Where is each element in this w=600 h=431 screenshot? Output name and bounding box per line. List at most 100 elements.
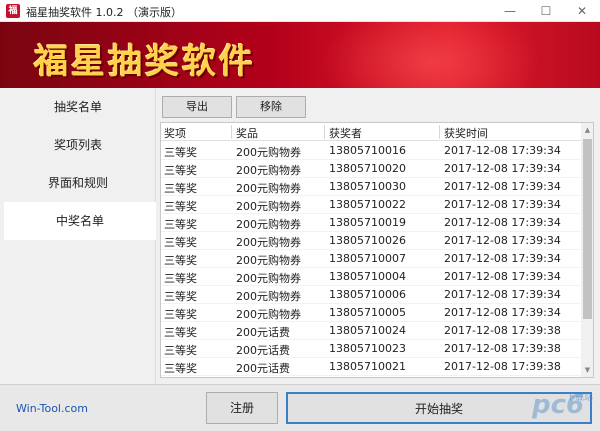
cell-prize-level: 三等奖 bbox=[164, 182, 197, 195]
cell-prize: 200元购物券 bbox=[236, 182, 301, 195]
cell-winner: 13805710020 bbox=[329, 162, 406, 175]
cell-winner: 13805710023 bbox=[329, 342, 406, 355]
table-row[interactable]: 三等奖 200元购物券 13805710005 2017-12-08 17:39:34 bbox=[161, 304, 581, 322]
register-button[interactable]: 注册 bbox=[206, 392, 278, 424]
banner-glow bbox=[320, 22, 540, 88]
column-header-prize-level[interactable]: 奖项 bbox=[164, 125, 186, 141]
cell-winner: 13805710005 bbox=[329, 306, 406, 319]
table-row[interactable]: 三等奖 200元购物券 13805710026 2017-12-08 17:39:34 bbox=[161, 232, 581, 250]
cell-prize: 200元购物券 bbox=[236, 218, 301, 231]
table-row[interactable]: 三等奖 200元购物券 13805710016 2017-12-08 17:39:34 bbox=[161, 142, 581, 160]
table-row[interactable]: 三等奖 200元购物券 13805710006 2017-12-08 17:39:34 bbox=[161, 286, 581, 304]
cell-prize: 200元购物券 bbox=[236, 236, 301, 249]
cell-prize: 200元话费 bbox=[236, 344, 290, 357]
app-icon: 福 bbox=[6, 4, 20, 18]
window-title: 福星抽奖软件 1.0.2 （演示版） bbox=[26, 6, 182, 19]
sidebar: 抽奖名单 奖项列表 界面和规则 中奖名单 bbox=[0, 88, 156, 384]
cell-winner: 13805710022 bbox=[329, 198, 406, 211]
cell-prize-level: 三等奖 bbox=[164, 290, 197, 303]
cell-prize: 200元购物券 bbox=[236, 146, 301, 159]
scroll-up-arrow-icon[interactable]: ▲ bbox=[581, 123, 593, 137]
main-panel: 导出 移除 奖项 奖品 获奖者 获奖时间 三等奖 200元购物券 138057100… bbox=[156, 88, 600, 384]
maximize-button[interactable]: ☐ bbox=[528, 0, 564, 22]
cell-prize: 200元话费 bbox=[236, 326, 290, 339]
cell-time: 2017-12-08 17:39:34 bbox=[444, 288, 561, 301]
cell-prize: 200元购物券 bbox=[236, 290, 301, 303]
sidebar-item-draw-list[interactable]: 抽奖名单 bbox=[0, 88, 156, 126]
cell-time: 2017-12-08 17:39:34 bbox=[444, 234, 561, 247]
scroll-down-arrow-icon[interactable]: ▼ bbox=[581, 363, 593, 377]
cell-prize: 200元购物券 bbox=[236, 272, 301, 285]
cell-prize-level: 三等奖 bbox=[164, 254, 197, 267]
title-bar: 福 福星抽奖软件 1.0.2 （演示版） — ☐ ✕ bbox=[0, 0, 600, 22]
cell-prize-level: 三等奖 bbox=[164, 218, 197, 231]
cell-winner: 13805710030 bbox=[329, 180, 406, 193]
cell-prize-level: 三等奖 bbox=[164, 362, 197, 375]
sidebar-item-winners[interactable]: 中奖名单 bbox=[4, 202, 156, 240]
column-divider[interactable] bbox=[231, 125, 232, 139]
cell-prize-level: 三等奖 bbox=[164, 308, 197, 321]
cell-time: 2017-12-08 17:39:34 bbox=[444, 198, 561, 211]
column-divider[interactable] bbox=[439, 125, 440, 139]
cell-time: 2017-12-08 17:39:34 bbox=[444, 252, 561, 265]
scroll-thumb[interactable] bbox=[583, 139, 592, 319]
cell-prize-level: 三等奖 bbox=[164, 146, 197, 159]
cell-winner: 13805710006 bbox=[329, 288, 406, 301]
cell-prize-level: 三等奖 bbox=[164, 200, 197, 213]
cell-time: 2017-12-08 17:39:38 bbox=[444, 324, 561, 337]
cell-time: 2017-12-08 17:39:34 bbox=[444, 216, 561, 229]
cell-winner: 13805710024 bbox=[329, 324, 406, 337]
table-row[interactable]: 三等奖 200元购物券 13805710022 2017-12-08 17:39:34 bbox=[161, 196, 581, 214]
cell-time: 2017-12-08 17:39:34 bbox=[444, 306, 561, 319]
table-row[interactable]: 三等奖 200元购物券 13805710004 2017-12-08 17:39:34 bbox=[161, 268, 581, 286]
cell-winner: 13805710021 bbox=[329, 360, 406, 373]
cell-time: 2017-12-08 17:39:34 bbox=[444, 180, 561, 193]
cell-prize: 200元购物券 bbox=[236, 308, 301, 321]
table-row[interactable]: 三等奖 200元话费 13805710024 2017-12-08 17:39:38 bbox=[161, 322, 581, 340]
sidebar-item-ui-rules[interactable]: 界面和规则 bbox=[0, 164, 156, 202]
cell-prize: 200元购物券 bbox=[236, 254, 301, 267]
cell-time: 2017-12-08 17:39:38 bbox=[444, 360, 561, 373]
cell-prize-level: 三等奖 bbox=[164, 326, 197, 339]
watermark-subtext: 下载站 bbox=[566, 393, 594, 403]
cell-time: 2017-12-08 17:39:34 bbox=[444, 144, 561, 157]
cell-time: 2017-12-08 17:39:38 bbox=[444, 342, 561, 355]
cell-winner: 13805710019 bbox=[329, 216, 406, 229]
cell-prize: 200元购物券 bbox=[236, 200, 301, 213]
vertical-scrollbar[interactable]: ▲ ▼ bbox=[581, 123, 593, 377]
cell-prize: 200元购物券 bbox=[236, 164, 301, 177]
watermark-logo: pc6 下载站 bbox=[520, 388, 600, 431]
cell-winner: 13805710016 bbox=[329, 144, 406, 157]
cell-time: 2017-12-08 17:39:34 bbox=[444, 270, 561, 283]
table-row[interactable]: 三等奖 200元话费 13805710021 2017-12-08 17:39:38 bbox=[161, 358, 581, 376]
table-row[interactable]: 三等奖 200元购物券 13805710019 2017-12-08 17:39:34 bbox=[161, 214, 581, 232]
banner-title: 福星抽奖软件 bbox=[34, 42, 256, 82]
column-header-winner[interactable]: 获奖者 bbox=[329, 125, 362, 141]
cell-prize: 200元话费 bbox=[236, 362, 290, 375]
close-button[interactable]: ✕ bbox=[564, 0, 600, 22]
app-banner: 福星抽奖软件 bbox=[0, 22, 600, 88]
cell-prize-level: 三等奖 bbox=[164, 236, 197, 249]
minimize-button[interactable]: — bbox=[492, 0, 528, 22]
winners-table[interactable]: 奖项 奖品 获奖者 获奖时间 三等奖 200元购物券 13805710016 2017… bbox=[160, 122, 594, 378]
table-row[interactable]: 三等奖 200元话费 13805710023 2017-12-08 17:39:38 bbox=[161, 340, 581, 358]
cell-prize-level: 三等奖 bbox=[164, 164, 197, 177]
cell-winner: 13805710007 bbox=[329, 252, 406, 265]
cell-prize-level: 三等奖 bbox=[164, 272, 197, 285]
export-button[interactable]: 导出 bbox=[162, 96, 232, 118]
table-header: 奖项 奖品 获奖者 获奖时间 bbox=[161, 123, 581, 141]
table-row[interactable]: 三等奖 200元购物券 13805710007 2017-12-08 17:39:34 bbox=[161, 250, 581, 268]
column-header-prize[interactable]: 奖品 bbox=[236, 125, 258, 141]
table-row[interactable]: 三等奖 200元购物券 13805710020 2017-12-08 17:39:34 bbox=[161, 160, 581, 178]
cell-prize-level: 三等奖 bbox=[164, 344, 197, 357]
cell-time: 2017-12-08 17:39:34 bbox=[444, 162, 561, 175]
website-link[interactable]: Win-Tool.com bbox=[16, 402, 88, 415]
sidebar-item-prize-list[interactable]: 奖项列表 bbox=[0, 126, 156, 164]
footer-bar: Win-Tool.com 注册 开始抽奖 bbox=[0, 384, 600, 431]
table-row[interactable]: 三等奖 200元购物券 13805710030 2017-12-08 17:39:34 bbox=[161, 178, 581, 196]
column-header-time[interactable]: 获奖时间 bbox=[444, 125, 488, 141]
remove-button[interactable]: 移除 bbox=[236, 96, 306, 118]
column-divider[interactable] bbox=[324, 125, 325, 139]
cell-winner: 13805710026 bbox=[329, 234, 406, 247]
cell-winner: 13805710004 bbox=[329, 270, 406, 283]
